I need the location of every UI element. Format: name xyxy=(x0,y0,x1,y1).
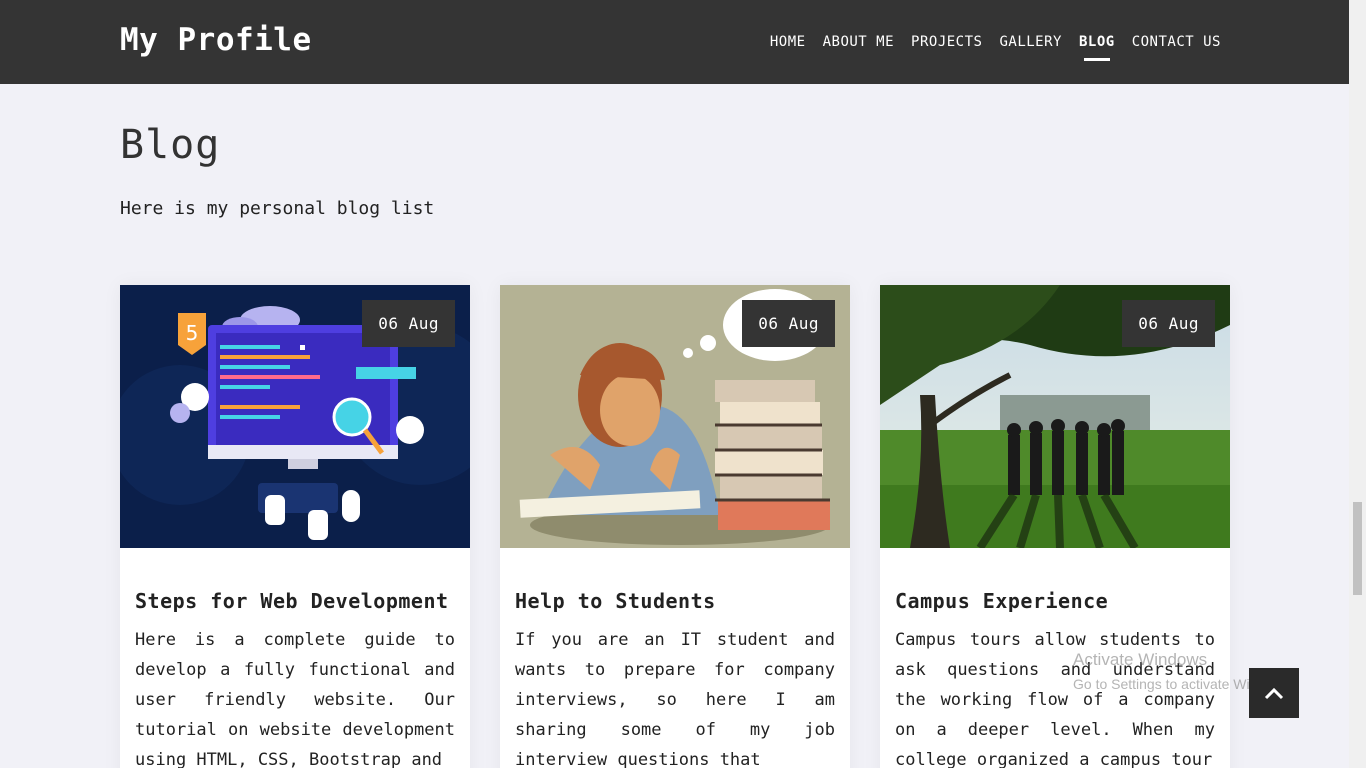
active-underline xyxy=(1083,58,1110,61)
post-excerpt: Here is a complete guide to develop a fu… xyxy=(135,630,455,768)
chevron-up-icon xyxy=(1264,687,1284,700)
blog-card[interactable]: 06 Aug Campus Experience Campus tours al… xyxy=(880,285,1230,768)
nav-projects[interactable]: PROJECTS xyxy=(911,34,982,50)
post-title[interactable]: Campus Experience xyxy=(895,589,1108,613)
post-excerpt: If you are an IT student and wants to pr… xyxy=(515,630,835,768)
post-title[interactable]: Steps for Web Development xyxy=(135,589,449,613)
svg-text:5: 5 xyxy=(186,321,199,345)
page-scrollbar[interactable] xyxy=(1349,0,1366,768)
campus-image[interactable]: 06 Aug xyxy=(880,285,1230,548)
date-badge: 06 Aug xyxy=(1122,300,1215,347)
blog-card[interactable]: 5 06 Aug Steps for Web Development Here … xyxy=(120,285,470,768)
activate-windows-watermark: Activate Windows xyxy=(1073,650,1208,669)
date-badge: 06 Aug xyxy=(742,300,835,347)
nav-gallery[interactable]: GALLERY xyxy=(999,34,1062,50)
web-development-image[interactable]: 5 06 Aug xyxy=(120,285,470,548)
navbar: My Profile HOME ABOUT ME PROJECTS GALLER… xyxy=(0,0,1349,84)
page-subtitle: Here is my personal blog list xyxy=(120,198,435,219)
post-title[interactable]: Help to Students xyxy=(515,589,716,613)
blog-card[interactable]: 06 Aug Help to Students If you are an IT… xyxy=(500,285,850,768)
post-excerpt: Campus tours allow students to ask quest… xyxy=(895,630,1215,768)
nav-home[interactable]: HOME xyxy=(770,34,806,50)
nav-blog-label: BLOG xyxy=(1078,34,1115,50)
stressed-student-image[interactable]: 06 Aug xyxy=(500,285,850,548)
scrollbar-thumb[interactable] xyxy=(1353,502,1362,595)
nav-blog[interactable]: BLOG xyxy=(1078,34,1115,61)
scroll-to-top-button[interactable] xyxy=(1249,668,1299,718)
nav-contact-us[interactable]: CONTACT US xyxy=(1132,34,1221,50)
nav-about-me[interactable]: ABOUT ME xyxy=(823,34,894,50)
brand-logo[interactable]: My Profile xyxy=(120,22,312,58)
page-title: Blog xyxy=(120,122,221,168)
date-badge: 06 Aug xyxy=(362,300,455,347)
main-nav: HOME ABOUT ME PROJECTS GALLERY BLOG CONT… xyxy=(770,34,1221,61)
